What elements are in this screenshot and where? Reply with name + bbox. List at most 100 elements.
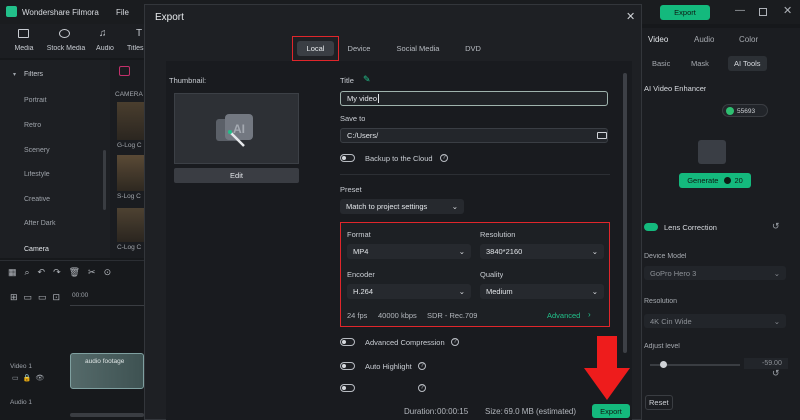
save-to-label: Save to [340,114,366,123]
chevron-down-icon: ⌄ [458,247,465,256]
thumb-clog[interactable] [117,208,144,242]
reset-button[interactable]: Reset [645,395,673,410]
toolbar-audio[interactable]: Audio [90,45,120,52]
lens-correction-toggle[interactable] [644,223,658,231]
favorite-icon[interactable] [119,66,130,76]
quality-select[interactable]: Medium ⌄ [480,284,604,299]
adv-compression-help-icon[interactable]: ? [451,338,459,346]
folder-icon[interactable] [597,132,607,139]
stock-media-tool-icon[interactable] [59,29,70,38]
lens-reset-icon[interactable]: ↺ [772,221,780,232]
filters-label[interactable]: Filters [24,71,43,78]
preset-value: Match to project settings [346,202,428,211]
filter-lifestyle[interactable]: Lifestyle [24,171,50,178]
resolution-select[interactable]: 3840*2160 ⌄ [480,244,604,259]
enhancer-preview-icon [698,140,726,164]
lens-correction-label: Lens Correction [664,223,717,232]
thumb-slog[interactable] [117,155,144,191]
timeline-time: 00:00 [72,292,89,299]
credits-badge[interactable]: 55693 [722,104,768,117]
thumb-glog[interactable] [117,102,144,140]
toolbar-stock-media[interactable]: Stock Media [44,45,88,52]
adjust-level-value[interactable]: -59.00 [744,358,788,369]
timeline-tools-icons[interactable]: ▦⌕↶↷🗑✂⊙ [8,267,119,278]
tab-dvd[interactable]: DVD [458,44,488,53]
device-model-select[interactable]: GoPro Hero 3 ⌄ [644,266,786,280]
generate-label: Generate [687,176,719,185]
maximize-icon[interactable] [759,8,767,16]
preset-select[interactable]: Match to project settings ⌄ [340,199,464,214]
filter-creative[interactable]: Creative [24,196,50,203]
filter-scenery[interactable]: Scenery [24,147,50,154]
hidden-option-toggle[interactable] [340,384,355,392]
adjust-reset-icon[interactable]: ↺ [772,368,780,379]
adjust-level-slider[interactable] [650,361,740,368]
tab-color[interactable]: Color [739,35,758,44]
encoder-select[interactable]: H.264 ⌄ [347,284,471,299]
subtab-mask[interactable]: Mask [691,59,709,68]
export-button[interactable]: Export [592,404,630,418]
tab-audio[interactable]: Audio [694,35,714,44]
advanced-link[interactable]: Advanced [547,311,580,320]
close-app-icon[interactable]: ✕ [783,4,792,17]
device-model-value: GoPro Hero 3 [650,268,697,278]
encoder-label: Encoder [347,270,375,279]
filter-after-dark[interactable]: After Dark [24,220,56,227]
toolbar-media[interactable]: Media [9,45,39,52]
tab-local[interactable]: Local [297,41,334,56]
backup-toggle[interactable] [340,154,355,162]
timeline-scrollbar[interactable] [70,413,144,417]
quality-label: Quality [480,270,504,279]
media-grid: CAMERA G-Log C S-Log C C-Log C [110,60,144,258]
chevron-right-icon[interactable]: › [588,310,591,319]
titles-tool-icon[interactable]: T [136,28,142,39]
filmora-logo-icon [6,6,17,17]
filters-chevron-icon[interactable]: ▾ [13,71,16,78]
tab-video[interactable]: Video [648,35,668,44]
chevron-down-icon: ⌄ [591,287,598,296]
generate-cost: 20 [734,176,743,185]
title-edit-icon[interactable]: ✎ [363,74,371,85]
generate-button[interactable]: Generate 20 [679,173,751,188]
backup-help-icon[interactable]: ? [440,154,448,162]
menu-file[interactable]: File [116,8,129,17]
tab-social-media[interactable]: Social Media [388,44,448,53]
filter-camera[interactable]: Camera [24,246,49,253]
audio-tool-icon[interactable]: ♫ [99,28,107,39]
minimize-icon[interactable]: — [735,5,745,16]
video-clip[interactable]: audio footage [70,353,144,389]
save-to-input[interactable]: C:/Users/ [340,128,608,143]
bitrate-value: 40000 kbps [378,311,417,320]
settings-scrollbar[interactable] [623,73,627,353]
dialog-close-icon[interactable]: ✕ [626,10,635,23]
sidebar-scrollbar[interactable] [103,150,106,210]
track-tools-icons[interactable]: ⊞▭▭⊡ [10,292,66,303]
video-clip-label: audio footage [85,358,125,365]
adv-compression-toggle[interactable] [340,338,355,346]
slider-handle[interactable] [660,361,667,368]
filters-sidebar: ▾ Filters Portrait Retro Scenery Lifesty… [0,60,110,258]
format-select[interactable]: MP4 ⌄ [347,244,471,259]
duration-label: Duration: [404,407,437,416]
chevron-down-icon: ⌄ [458,287,465,296]
app-export-button[interactable]: Export [660,5,710,20]
lens-resolution-select[interactable]: 4K Cin Wide ⌄ [644,314,786,328]
export-settings-area: Thumbnail: AI Edit Title ✎ My video Save… [166,61,632,420]
media-tool-icon[interactable] [18,29,29,38]
auto-highlight-help-icon[interactable]: ? [418,362,426,370]
subtab-basic[interactable]: Basic [652,59,670,68]
title-input[interactable]: My video [340,91,608,106]
auto-highlight-toggle[interactable] [340,362,355,370]
toolbar-titles[interactable]: Titles [127,45,144,52]
tab-device[interactable]: Device [343,44,375,53]
filter-portrait[interactable]: Portrait [24,97,47,104]
filter-retro[interactable]: Retro [24,122,41,129]
generate-cost-icon [724,177,732,184]
subtab-ai-tools[interactable]: AI Tools [728,56,767,71]
edit-thumbnail-button[interactable]: Edit [174,168,299,183]
timeline-ruler [70,305,144,306]
thumbnail-preview[interactable]: AI [174,93,299,164]
hidden-option-help-icon[interactable]: ? [418,384,426,392]
track-video-icons[interactable]: ▭🔒👁 [12,374,48,382]
track-video-label: Video 1 [10,363,32,370]
